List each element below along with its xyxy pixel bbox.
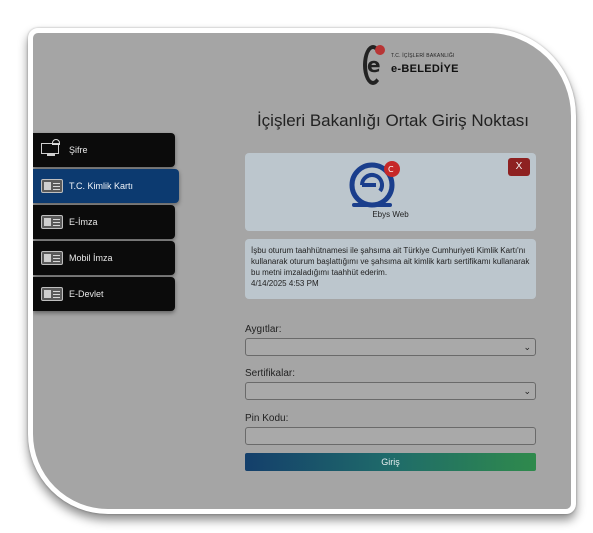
lock-computer-icon	[41, 139, 63, 157]
e-belediye-logo: e T.C. İÇİŞLERİ BAKANLIĞI e-BELEDİYE	[363, 45, 473, 87]
logo-brand-text: e-BELEDİYE	[391, 63, 459, 75]
menu-item-tc-kimlik-karti[interactable]: T.C. Kimlik Kartı	[33, 169, 179, 203]
menu-item-label: Şifre	[69, 145, 88, 155]
login-button[interactable]: Giriş	[245, 453, 536, 471]
menu-item-mobil-imza[interactable]: Mobil İmza	[33, 241, 175, 275]
login-window: e T.C. İÇİŞLERİ BAKANLIĞI e-BELEDİYE İçi…	[28, 28, 576, 514]
consent-timestamp: 4/14/2025 4:53 PM	[251, 279, 319, 288]
chevron-down-icon: ⌄	[523, 342, 531, 352]
ebys-logo-icon: C	[349, 161, 400, 208]
chevron-down-icon: ⌄	[523, 386, 531, 396]
id-card-icon	[41, 287, 63, 301]
devices-select[interactable]: ⌄	[245, 338, 536, 356]
page-title: İçişleri Bakanlığı Ortak Giriş Noktası	[256, 111, 530, 130]
pin-label: Pin Kodu:	[245, 413, 289, 424]
pin-input[interactable]	[245, 427, 536, 445]
menu-item-e-imza[interactable]: E-İmza	[33, 205, 175, 239]
application-card: C Ebys Web X	[245, 153, 536, 231]
id-card-icon	[41, 215, 63, 229]
menu-item-label: Mobil İmza	[69, 253, 113, 263]
close-button[interactable]: X	[508, 158, 530, 176]
menu-item-label: E-İmza	[69, 217, 98, 227]
logo-ministry-text: T.C. İÇİŞLERİ BAKANLIĞI	[391, 53, 455, 59]
svg-text:C: C	[388, 165, 394, 174]
devices-label: Aygıtlar:	[245, 324, 282, 335]
consent-notice: İşbu oturum taahhütnamesi ile şahsıma ai…	[245, 239, 536, 299]
application-name: Ebys Web	[372, 210, 409, 219]
certificates-select[interactable]: ⌄	[245, 382, 536, 400]
menu-item-label: E-Devlet	[69, 289, 104, 299]
consent-text: İşbu oturum taahhütnamesi ile şahsıma ai…	[251, 246, 530, 277]
menu-item-label: T.C. Kimlik Kartı	[69, 181, 134, 191]
flag-icon	[375, 45, 385, 55]
menu-item-e-devlet[interactable]: E-Devlet	[33, 277, 175, 311]
menu-item-sifre[interactable]: Şifre	[33, 133, 175, 167]
id-card-icon	[41, 179, 63, 193]
certificates-label: Sertifikalar:	[245, 368, 296, 379]
id-card-icon	[41, 251, 63, 265]
